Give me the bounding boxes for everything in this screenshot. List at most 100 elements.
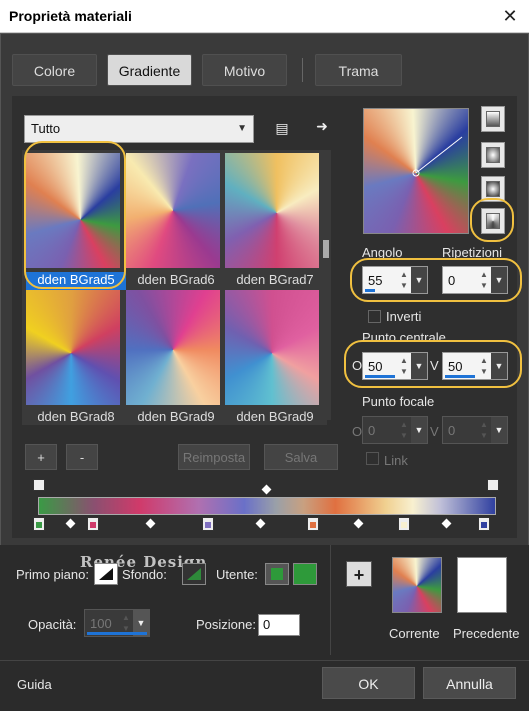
color-stop-handle[interactable] [87, 517, 99, 531]
stepper-arrows-icon[interactable]: ▲ ▼ [397, 419, 411, 441]
footer-divider [0, 660, 529, 661]
stepper-arrows-icon[interactable]: ▲ ▼ [397, 269, 411, 291]
corner-triangle-icon [187, 568, 201, 580]
angle-value: 55 [368, 273, 383, 288]
gradient-grid: dden BGrad5 dden BGrad6 dden BGrad7 dden… [22, 150, 327, 425]
focal-o-stepper[interactable]: 0 ▲ ▼ ▼ [362, 416, 428, 444]
user-color-swatch[interactable] [293, 563, 317, 585]
gradient-thumb[interactable]: dden BGrad6 [126, 153, 223, 287]
user-radio[interactable] [265, 563, 289, 585]
gradient-thumb[interactable]: dden BGrad8 [26, 290, 123, 424]
gradient-thumb[interactable]: dden BGrad5 [26, 153, 126, 290]
sunburst-style-button[interactable] [481, 176, 505, 202]
linear-style-button[interactable] [481, 106, 505, 132]
color-stop-handle[interactable] [33, 517, 45, 531]
angle-level-bar [365, 289, 375, 292]
chevron-down-icon[interactable]: ▼ [411, 417, 427, 443]
repeats-stepper[interactable]: 0 ▲ ▼ ▼ [442, 266, 508, 294]
tab-motivo[interactable]: Motivo [202, 54, 287, 86]
center-v-value: 50 [448, 359, 463, 374]
center-point-label: Punto centrale [362, 330, 446, 345]
tab-colore[interactable]: Colore [12, 54, 97, 86]
repeats-label: Ripetizioni [442, 245, 502, 260]
tab-gradiente[interactable]: Gradiente [107, 54, 192, 86]
focal-point-label: Punto focale [362, 394, 435, 409]
save-button[interactable]: Salva [264, 444, 338, 470]
previous-preview[interactable] [457, 557, 507, 613]
focal-v-stepper[interactable]: 0 ▲ ▼ ▼ [442, 416, 508, 444]
remove-gradient-button[interactable]: - [66, 444, 98, 470]
foreground-label: Primo piano: [16, 567, 89, 582]
add-gradient-button[interactable]: + [25, 444, 57, 470]
chevron-down-icon[interactable]: ▼ [411, 267, 427, 293]
invert-checkbox[interactable] [368, 310, 381, 323]
center-o-label: O [352, 358, 363, 373]
position-label: Posizione: [196, 617, 256, 632]
color-stop-handle[interactable] [202, 517, 214, 531]
center-v-stepper[interactable]: 50 ▲ ▼ ▼ [442, 352, 508, 380]
stepper-arrows-icon[interactable]: ▲ ▼ [397, 355, 411, 377]
gradient-thumb-label: dden BGrad8 [37, 409, 115, 424]
gradient-editor-bar[interactable] [38, 497, 496, 515]
gradient-thumb[interactable]: dden BGrad7 [225, 153, 322, 287]
focal-o-value: 0 [368, 423, 376, 438]
stepper-arrows-icon[interactable]: ▲ ▼ [119, 612, 133, 634]
background-swatch[interactable] [182, 563, 206, 585]
chevron-down-icon[interactable]: ▼ [491, 417, 507, 443]
current-preview[interactable] [392, 557, 442, 613]
opacity-stepper[interactable]: 100 ▲ ▼ ▼ [84, 609, 150, 637]
color-stop-handle[interactable] [398, 517, 410, 531]
link-label: Link [384, 453, 408, 468]
opacity-stop-handle[interactable] [487, 479, 499, 491]
help-link[interactable]: Guida [17, 677, 52, 692]
gradient-thumb[interactable]: dden BGrad9 [225, 290, 322, 424]
grid-scrollbar[interactable] [321, 150, 331, 420]
close-icon[interactable]: ✕ [497, 4, 523, 28]
reset-button[interactable]: Reimposta [178, 444, 250, 470]
cancel-button[interactable]: Annulla [423, 667, 516, 699]
chevron-down-icon[interactable]: ▼ [491, 267, 507, 293]
stepper-arrows-icon[interactable]: ▲ ▼ [477, 419, 491, 441]
category-dropdown[interactable]: Tutto ▼ [24, 115, 254, 143]
rectangular-style-button[interactable] [481, 142, 505, 168]
link-checkbox[interactable] [366, 452, 379, 465]
previous-label: Precedente [453, 626, 520, 641]
center-o-level-bar [365, 375, 395, 378]
stepper-arrows-icon[interactable]: ▲ ▼ [477, 269, 491, 291]
color-stop-handle[interactable] [307, 517, 319, 531]
library-icon[interactable]: ▤ [272, 118, 292, 138]
gradient-preview[interactable] [363, 108, 469, 234]
scrollbar-thumb[interactable] [323, 240, 329, 258]
repeats-value: 0 [448, 273, 456, 288]
angle-handle[interactable] [364, 109, 470, 235]
gradient-thumb[interactable]: dden BGrad9 [126, 290, 223, 424]
current-label: Corrente [389, 626, 440, 641]
center-v-label: V [430, 358, 439, 373]
background-label: Sfondo: [122, 567, 167, 582]
divider [330, 545, 331, 655]
chevron-down-icon[interactable]: ▼ [491, 353, 507, 379]
color-stop-handle[interactable] [478, 517, 490, 531]
opacity-level-bar [87, 632, 147, 635]
gradient-thumb-label: dden BGrad5 [26, 272, 126, 290]
add-stop-button[interactable]: + [346, 561, 372, 587]
center-o-stepper[interactable]: 50 ▲ ▼ ▼ [362, 352, 428, 380]
center-o-value: 50 [368, 359, 383, 374]
focal-v-label: V [430, 424, 439, 439]
arrow-right-icon[interactable]: ➜ [312, 116, 332, 136]
chevron-down-icon[interactable]: ▼ [411, 353, 427, 379]
angle-stepper[interactable]: 55 ▲ ▼ ▼ [362, 266, 428, 294]
gradient-thumb-label: dden BGrad7 [236, 272, 314, 287]
ok-button[interactable]: OK [322, 667, 415, 699]
opacity-value: 100 [90, 616, 112, 631]
focal-o-label: O [352, 424, 363, 439]
center-v-level-bar [445, 375, 475, 378]
opacity-label: Opacità: [28, 617, 77, 632]
opacity-stop-handle[interactable] [33, 479, 45, 491]
tab-trama[interactable]: Trama [315, 54, 402, 86]
stepper-arrows-icon[interactable]: ▲ ▼ [477, 355, 491, 377]
radial-style-button[interactable] [481, 208, 505, 234]
foreground-swatch[interactable] [94, 563, 118, 585]
position-input[interactable]: 0 [258, 614, 300, 636]
tab-separator [302, 58, 303, 82]
